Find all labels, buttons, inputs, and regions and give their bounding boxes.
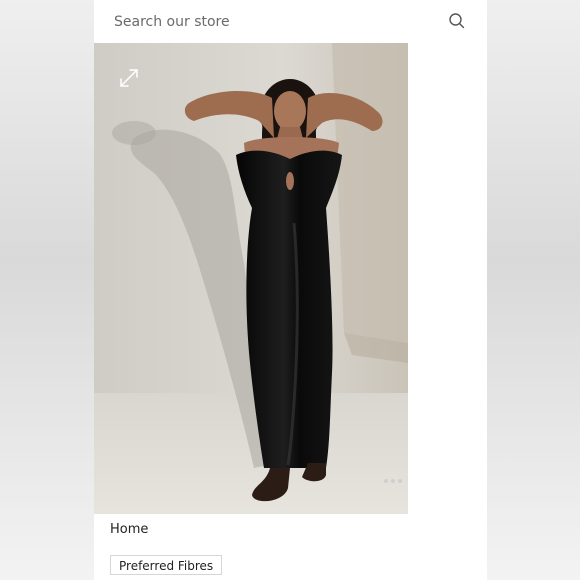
search-icon[interactable] (448, 12, 466, 30)
carousel-dot[interactable] (384, 479, 388, 483)
carousel-dot[interactable] (398, 479, 402, 483)
left-backdrop (0, 0, 94, 580)
preferred-fibres-chip[interactable]: Preferred Fibres (110, 555, 223, 575)
store-page: Home Preferred Fibres (94, 0, 487, 580)
right-backdrop (487, 0, 580, 580)
expand-icon[interactable] (118, 67, 140, 89)
product-image[interactable] (94, 43, 408, 514)
breadcrumb-home[interactable]: Home (110, 522, 148, 537)
search-bar (94, 0, 487, 43)
carousel-dot[interactable] (391, 479, 395, 483)
search-input[interactable] (114, 12, 444, 32)
carousel-dots[interactable] (384, 479, 406, 485)
